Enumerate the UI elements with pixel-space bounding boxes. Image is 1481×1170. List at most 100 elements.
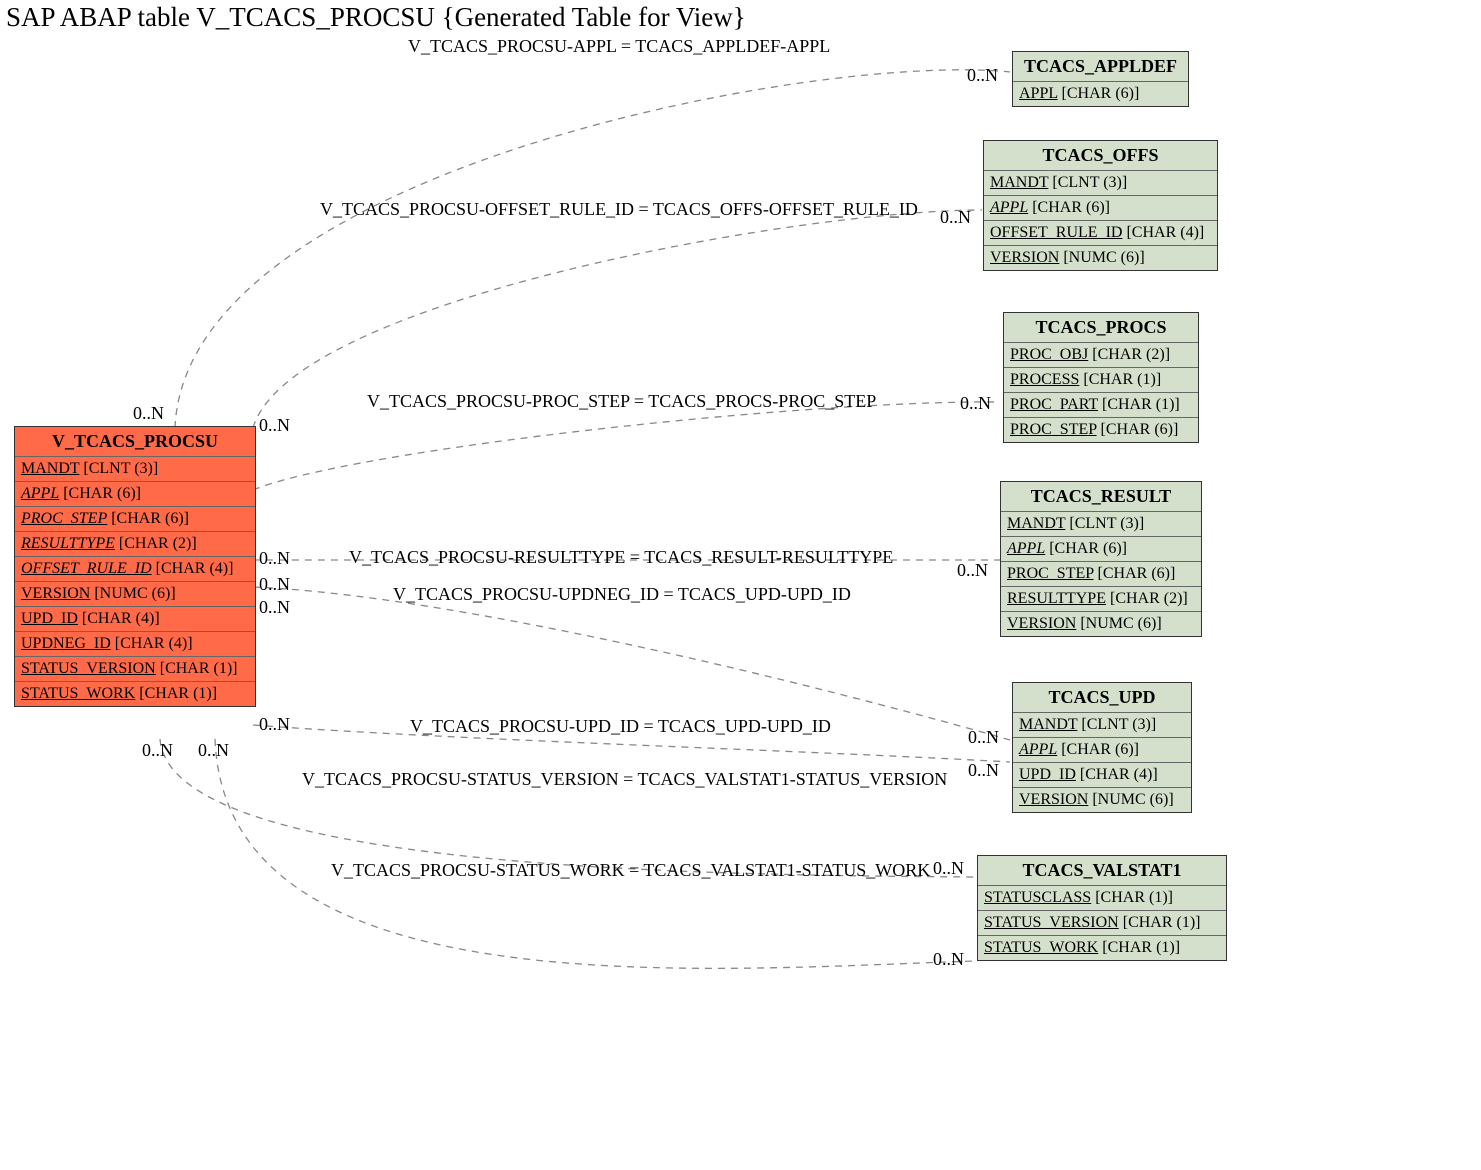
entity-title: V_TCACS_PROCSU xyxy=(15,427,255,457)
field-name: STATUS_VERSION xyxy=(21,660,156,677)
relation-label-procstep: V_TCACS_PROCSU-PROC_STEP = TCACS_PROCS-P… xyxy=(367,391,876,412)
cardinality-label: 0..N xyxy=(933,949,964,970)
field-type: [CHAR (6)] xyxy=(1098,565,1176,582)
field-type: [CHAR (4)] xyxy=(1126,224,1204,241)
field-row: PROC_PART [CHAR (1)] xyxy=(1004,393,1198,418)
relation-label-appl: V_TCACS_PROCSU-APPL = TCACS_APPLDEF-APPL xyxy=(408,36,830,57)
cardinality-label: 0..N xyxy=(259,415,290,436)
field-type: [NUMC (6)] xyxy=(1092,791,1173,808)
field-type: [CHAR (1)] xyxy=(139,685,217,702)
entity-title: TCACS_OFFS xyxy=(984,141,1217,171)
field-name: APPL xyxy=(1019,741,1057,758)
entity-tcacs-upd: TCACS_UPD MANDT [CLNT (3)] APPL [CHAR (6… xyxy=(1012,682,1192,813)
field-name: VERSION xyxy=(990,249,1059,266)
field-name: APPL xyxy=(990,199,1028,216)
cardinality-label: 0..N xyxy=(968,760,999,781)
field-row: OFFSET_RULE_ID [CHAR (4)] xyxy=(984,221,1217,246)
field-row: RESULTTYPE [CHAR (2)] xyxy=(1001,587,1201,612)
field-type: [CHAR (6)] xyxy=(111,510,189,527)
entity-title: TCACS_VALSTAT1 xyxy=(978,856,1226,886)
entity-title: TCACS_APPLDEF xyxy=(1013,52,1188,82)
field-row: VERSION [NUMC (6)] xyxy=(15,582,255,607)
field-name: RESULTTYPE xyxy=(1007,590,1106,607)
field-name: PROC_STEP xyxy=(21,510,107,527)
field-name: PROC_STEP xyxy=(1010,421,1097,438)
page-title: SAP ABAP table V_TCACS_PROCSU {Generated… xyxy=(6,2,746,33)
cardinality-label: 0..N xyxy=(933,858,964,879)
field-name: OFFSET_RULE_ID xyxy=(990,224,1122,241)
entity-title: TCACS_PROCS xyxy=(1004,313,1198,343)
field-type: [CHAR (6)] xyxy=(1062,85,1140,102)
field-type: [CHAR (6)] xyxy=(1049,540,1127,557)
field-name: APPL xyxy=(21,485,59,502)
entity-tcacs-appldef: TCACS_APPLDEF APPL [CHAR (6)] xyxy=(1012,51,1189,107)
field-type: [CHAR (1)] xyxy=(1083,371,1161,388)
field-row: PROC_STEP [CHAR (6)] xyxy=(15,507,255,532)
field-name: RESULTTYPE xyxy=(21,535,115,552)
entity-v-tcacs-procsu: V_TCACS_PROCSU MANDT [CLNT (3)] APPL [CH… xyxy=(14,426,256,707)
field-type: [CHAR (4)] xyxy=(115,635,193,652)
field-name: PROC_PART xyxy=(1010,396,1098,413)
field-row: APPL [CHAR (6)] xyxy=(984,196,1217,221)
diagram-canvas: SAP ABAP table V_TCACS_PROCSU {Generated… xyxy=(0,0,1481,1170)
field-name: VERSION xyxy=(1019,791,1088,808)
field-row: PROCESS [CHAR (1)] xyxy=(1004,368,1198,393)
field-type: [NUMC (6)] xyxy=(94,585,175,602)
cardinality-label: 0..N xyxy=(133,403,164,424)
cardinality-label: 0..N xyxy=(957,560,988,581)
field-type: [NUMC (6)] xyxy=(1080,615,1161,632)
field-name: PROC_STEP xyxy=(1007,565,1094,582)
relation-label-statusv: V_TCACS_PROCSU-STATUS_VERSION = TCACS_VA… xyxy=(302,769,947,790)
cardinality-label: 0..N xyxy=(967,65,998,86)
cardinality-label: 0..N xyxy=(198,740,229,761)
field-row: VERSION [NUMC (6)] xyxy=(1001,612,1201,636)
cardinality-label: 0..N xyxy=(960,393,991,414)
relation-label-updneg: V_TCACS_PROCSU-UPDNEG_ID = TCACS_UPD-UPD… xyxy=(393,584,851,605)
field-row: APPL [CHAR (6)] xyxy=(1013,738,1191,763)
field-type: [CHAR (6)] xyxy=(63,485,141,502)
cardinality-label: 0..N xyxy=(259,714,290,735)
field-row: STATUS_VERSION [CHAR (1)] xyxy=(15,657,255,682)
field-name: OFFSET_RULE_ID xyxy=(21,560,152,577)
field-name: APPL xyxy=(1007,540,1045,557)
field-row: APPL [CHAR (6)] xyxy=(1001,537,1201,562)
field-row: RESULTTYPE [CHAR (2)] xyxy=(15,532,255,557)
field-row: MANDT [CLNT (3)] xyxy=(1001,512,1201,537)
field-name: STATUS_WORK xyxy=(984,939,1098,956)
field-name: STATUS_VERSION xyxy=(984,914,1119,931)
field-type: [CHAR (4)] xyxy=(82,610,160,627)
field-row: PROC_STEP [CHAR (6)] xyxy=(1004,418,1198,442)
field-name: PROC_OBJ xyxy=(1010,346,1088,363)
field-name: MANDT xyxy=(990,174,1048,191)
field-type: [CHAR (1)] xyxy=(1102,939,1180,956)
relation-label-upd: V_TCACS_PROCSU-UPD_ID = TCACS_UPD-UPD_ID xyxy=(410,716,831,737)
field-type: [CHAR (1)] xyxy=(1123,914,1201,931)
relation-label-statusw: V_TCACS_PROCSU-STATUS_WORK = TCACS_VALST… xyxy=(331,860,930,881)
cardinality-label: 0..N xyxy=(968,727,999,748)
field-row: PROC_STEP [CHAR (6)] xyxy=(1001,562,1201,587)
field-name: UPD_ID xyxy=(1019,766,1076,783)
field-row: APPL [CHAR (6)] xyxy=(1013,82,1188,106)
field-row: MANDT [CLNT (3)] xyxy=(984,171,1217,196)
field-type: [CHAR (4)] xyxy=(156,560,234,577)
field-row: PROC_OBJ [CHAR (2)] xyxy=(1004,343,1198,368)
relation-label-offset: V_TCACS_PROCSU-OFFSET_RULE_ID = TCACS_OF… xyxy=(320,199,918,220)
entity-title: TCACS_UPD xyxy=(1013,683,1191,713)
field-row: STATUSCLASS [CHAR (1)] xyxy=(978,886,1226,911)
field-type: [CHAR (2)] xyxy=(1110,590,1188,607)
cardinality-label: 0..N xyxy=(259,597,290,618)
field-row: OFFSET_RULE_ID [CHAR (4)] xyxy=(15,557,255,582)
field-type: [CLNT (3)] xyxy=(83,460,158,477)
field-type: [CHAR (1)] xyxy=(1095,889,1173,906)
field-row: MANDT [CLNT (3)] xyxy=(1013,713,1191,738)
field-name: MANDT xyxy=(1007,515,1065,532)
field-name: STATUSCLASS xyxy=(984,889,1091,906)
field-name: PROCESS xyxy=(1010,371,1079,388)
field-type: [CHAR (1)] xyxy=(160,660,238,677)
field-row: UPD_ID [CHAR (4)] xyxy=(15,607,255,632)
relation-label-resulttype: V_TCACS_PROCSU-RESULTTYPE = TCACS_RESULT… xyxy=(349,547,893,568)
entity-tcacs-result: TCACS_RESULT MANDT [CLNT (3)] APPL [CHAR… xyxy=(1000,481,1202,637)
field-type: [CHAR (2)] xyxy=(1092,346,1170,363)
field-type: [NUMC (6)] xyxy=(1063,249,1144,266)
field-type: [CHAR (6)] xyxy=(1032,199,1110,216)
